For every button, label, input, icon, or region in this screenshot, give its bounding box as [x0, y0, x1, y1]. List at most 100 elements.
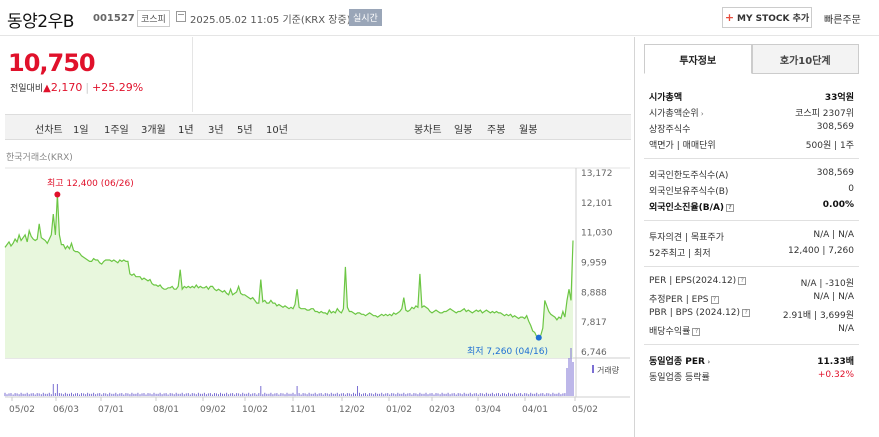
- volume-bar: [105, 393, 107, 396]
- tab-line-chart[interactable]: 선차트: [35, 121, 63, 136]
- help-icon[interactable]: ?: [738, 276, 747, 285]
- volume-bar: [191, 393, 193, 396]
- volume-bar: [151, 394, 153, 397]
- volume-bar: [280, 393, 282, 396]
- volume-bar: [348, 393, 350, 396]
- volume-bar: [485, 392, 487, 397]
- volume-bar: [322, 394, 324, 396]
- volume-bar: [572, 362, 574, 396]
- info-row: 동일업종 PER › 11.33배: [644, 354, 859, 370]
- volume-bar: [97, 393, 99, 396]
- help-icon[interactable]: ?: [692, 327, 701, 336]
- volume-bar: [431, 393, 433, 396]
- volume-bar: [75, 393, 76, 396]
- volume-bar: [256, 394, 258, 396]
- tab-period-3y[interactable]: 3년: [208, 121, 224, 136]
- volume-bar: [18, 394, 20, 397]
- tab-period-5y[interactable]: 5년: [237, 121, 253, 136]
- volume-bar: [387, 393, 389, 396]
- tab-period-1d[interactable]: 1일: [73, 121, 89, 136]
- volume-bar: [81, 393, 82, 396]
- volume-bar: [465, 393, 467, 396]
- tab-period-1y[interactable]: 1년: [178, 121, 194, 136]
- tab-orderbook[interactable]: 호가10단계: [751, 44, 859, 74]
- volume-bar: [369, 393, 371, 396]
- help-icon[interactable]: ?: [742, 308, 751, 317]
- volume-bar: [455, 394, 457, 396]
- price-area: [5, 194, 573, 358]
- x-tick-label: 09/02: [200, 405, 226, 415]
- volume-bar: [52, 384, 54, 396]
- volume-bar: [320, 393, 322, 396]
- price-chart[interactable]: 13,172 12,101 11,030 9,959 8,888 7,817 6,746 0…: [0, 160, 634, 437]
- high-marker: [54, 191, 61, 198]
- volume-bar: [157, 393, 159, 396]
- volume-bar: [236, 393, 238, 396]
- tab-candle-daily[interactable]: 일봉: [454, 121, 472, 136]
- volume-bar: [87, 392, 89, 397]
- volume-bar: [463, 392, 465, 397]
- volume-bar: [425, 392, 427, 397]
- info-value: 308,569: [816, 168, 854, 178]
- chevron-right-icon[interactable]: ›: [705, 358, 710, 366]
- info-label: 외국인소진율(B/A)?: [649, 200, 735, 213]
- volume-bar: [6, 394, 8, 397]
- volume-bar: [54, 393, 56, 396]
- volume-bar: [93, 392, 95, 397]
- volume-bar: [274, 393, 276, 396]
- volume-bar: [226, 392, 228, 397]
- volume-bar: [153, 392, 155, 397]
- volume-bar: [483, 394, 485, 397]
- volume-bar: [504, 393, 505, 396]
- volume-bar: [113, 393, 115, 396]
- volume-bar: [487, 393, 489, 396]
- volume-bar: [419, 392, 421, 397]
- volume-bar: [367, 394, 369, 396]
- volume-bar: [139, 394, 141, 397]
- help-icon[interactable]: ?: [726, 203, 735, 212]
- volume-bar: [451, 393, 453, 396]
- volume-bar: [123, 394, 125, 396]
- help-icon[interactable]: ?: [710, 295, 719, 304]
- volume-bar: [467, 393, 469, 396]
- volume-bar: [121, 393, 123, 396]
- tab-period-3m[interactable]: 3개월: [141, 121, 166, 136]
- volume-bar: [149, 393, 151, 396]
- info-value: +0.32%: [817, 370, 854, 380]
- tab-period-10y[interactable]: 10년: [266, 121, 288, 136]
- volume-bar: [199, 393, 201, 396]
- tab-invest-info[interactable]: 투자정보: [644, 44, 752, 74]
- volume-bar: [564, 393, 566, 396]
- add-my-stock-button[interactable]: + MY STOCK 추가: [722, 7, 812, 28]
- volume-bar: [318, 393, 320, 396]
- x-tick-label: 05/02: [9, 405, 35, 415]
- volume-bar: [417, 394, 419, 397]
- chevron-right-icon[interactable]: ›: [699, 110, 704, 118]
- volume-bar: [109, 392, 111, 397]
- tab-candle-weekly[interactable]: 주봉: [487, 121, 505, 136]
- info-label: 외국인한도주식수(A): [649, 171, 729, 181]
- tab-period-1w[interactable]: 1주일: [104, 121, 129, 136]
- volume-bar: [437, 393, 439, 396]
- volume-bar: [423, 393, 425, 396]
- info-row: 액면가 | 매매단위 500원 | 1주: [644, 138, 859, 154]
- volume-bar: [359, 392, 360, 397]
- tab-candle-monthly[interactable]: 월봉: [519, 121, 537, 136]
- volume-bar: [385, 393, 387, 396]
- volume-bar: [187, 393, 189, 396]
- tab-candle-chart[interactable]: 봉차트: [414, 121, 442, 136]
- volume-bar: [471, 394, 473, 397]
- volume-bar: [101, 394, 103, 396]
- volume-bar: [475, 393, 477, 396]
- info-row: 동일업종 등락률 +0.32%: [644, 370, 859, 386]
- volume-bar: [111, 393, 113, 396]
- quick-order-link[interactable]: 빠른주문: [824, 11, 861, 26]
- volume-bar: [544, 394, 546, 396]
- volume-bar: [48, 392, 50, 397]
- volume-bar: [399, 393, 401, 396]
- volume-bar: [500, 394, 501, 396]
- volume-bar: [203, 392, 205, 397]
- volume-bar: [296, 386, 298, 396]
- volume-bar: [276, 393, 278, 396]
- volume-bar: [220, 392, 221, 397]
